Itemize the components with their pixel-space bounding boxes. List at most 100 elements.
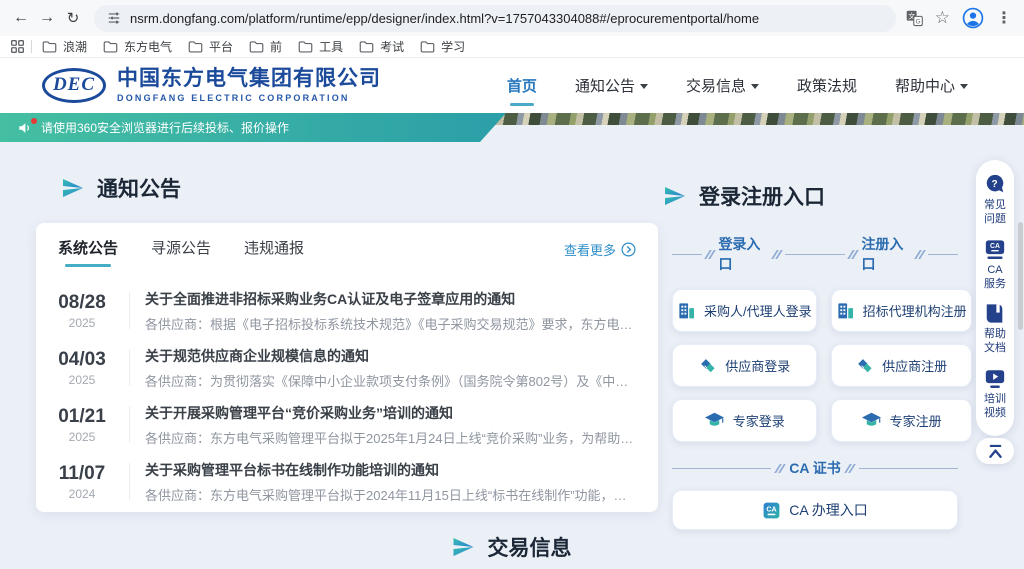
divider xyxy=(31,40,32,53)
folder-icon xyxy=(249,40,264,53)
section-title: 登录注册入口 xyxy=(699,181,825,211)
shortcut-label: 常见问题 xyxy=(984,198,1006,227)
divider xyxy=(672,254,702,255)
notice-text: 关于采购管理平台标书在线制作功能培训的通知 各供应商：东方电气采购管理平台拟于2… xyxy=(145,460,637,504)
notice-row[interactable]: 11/07 2024 关于采购管理平台标书在线制作功能培训的通知 各供应商：东方… xyxy=(36,453,658,510)
bookmark-label: 考试 xyxy=(380,38,404,55)
dec-logo-oval: DEC xyxy=(42,68,106,103)
ca-service-shortcut[interactable]: CA CA服务 xyxy=(984,239,1006,292)
ca-apply-button[interactable]: CA CA 办理入口 xyxy=(672,490,958,530)
section-title: 通知公告 xyxy=(97,173,181,203)
folder-icon xyxy=(188,40,203,53)
site-settings-icon[interactable] xyxy=(107,11,121,25)
building-icon xyxy=(677,301,696,320)
view-more-link[interactable]: 查看更多 xyxy=(564,240,636,265)
profile-avatar[interactable] xyxy=(962,7,984,29)
group-label: CA 证书 xyxy=(789,458,841,478)
bookmark-folder[interactable]: 浪潮 xyxy=(42,38,87,55)
svg-text:CA: CA xyxy=(990,243,1000,250)
notices-tabs: 系统公告 寻源公告 违规通报 查看更多 xyxy=(36,237,658,276)
slash-decoration xyxy=(707,250,713,259)
building-icon xyxy=(836,301,855,320)
folder-icon xyxy=(420,40,435,53)
bookmark-folder[interactable]: 前 xyxy=(249,38,282,55)
browser-menu-icon[interactable]: ⋮ xyxy=(996,8,1012,28)
bookmark-folder[interactable]: 东方电气 xyxy=(103,38,172,55)
faq-shortcut[interactable]: ? 常见问题 xyxy=(984,173,1006,227)
bookmarks-bar: 浪潮 东方电气 平台 前 工具 考试 学习 xyxy=(0,36,1024,58)
nav-home[interactable]: 首页 xyxy=(507,75,537,96)
notice-date: 01/21 2025 xyxy=(50,406,114,444)
back-icon[interactable]: ← xyxy=(8,5,34,31)
supplier-login-button[interactable]: 供应商登录 xyxy=(672,344,817,387)
bookmark-star-icon[interactable]: ☆ xyxy=(935,8,950,28)
notice-row[interactable]: 08/28 2025 关于全面推进非招标采购业务CA认证及电子签章应用的通知 各… xyxy=(36,282,658,339)
button-label: 专家注册 xyxy=(890,411,942,430)
site-header: DEC 中国东方电气集团有限公司 DONGFANG ELECTRIC CORPO… xyxy=(0,58,1024,113)
nav-trade-info[interactable]: 交易信息 xyxy=(686,75,759,96)
bookmark-folder[interactable]: 学习 xyxy=(420,38,465,55)
portal-buttons: 采购人/代理人登录 招标代理机构注册 供应商登录 供应商注册 专家登录 专家注册 xyxy=(672,289,958,442)
browser-notice-banner: 请使用360安全浏览器进行后续投标、报价操作 xyxy=(0,113,506,142)
notice-summary: 各供应商：根据《电子招标投标系统技术规范》《电子采购交易规范》要求，东方电气采购… xyxy=(145,314,637,333)
notice-text: 关于全面推进非招标采购业务CA认证及电子签章应用的通知 各供应商：根据《电子招标… xyxy=(145,289,637,333)
divider xyxy=(129,292,130,329)
expert-register-button[interactable]: 专家注册 xyxy=(831,399,972,442)
svg-text:CA: CA xyxy=(767,505,777,513)
expert-login-button[interactable]: 专家登录 xyxy=(672,399,817,442)
supplier-register-button[interactable]: 供应商注册 xyxy=(831,344,972,387)
folder-icon xyxy=(359,40,374,53)
notice-title: 关于全面推进非招标采购业务CA认证及电子签章应用的通知 xyxy=(145,289,637,309)
company-name-cn: 中国东方电气集团有限公司 xyxy=(117,68,381,90)
notice-title: 关于采购管理平台标书在线制作功能培训的通知 xyxy=(145,460,637,480)
divider xyxy=(785,254,815,255)
button-label: 专家登录 xyxy=(733,411,785,430)
nav-label: 交易信息 xyxy=(686,75,746,96)
nav-notices[interactable]: 通知公告 xyxy=(575,75,648,96)
folder-icon xyxy=(298,40,313,53)
section-arrow-icon xyxy=(664,187,686,205)
nav-label: 首页 xyxy=(507,75,537,96)
company-titles: 中国东方电气集团有限公司 DONGFANG ELECTRIC CORPORATI… xyxy=(117,68,381,103)
bookmark-folder[interactable]: 考试 xyxy=(359,38,404,55)
graduation-cap-icon xyxy=(704,411,725,430)
tab-sourcing-notices[interactable]: 寻源公告 xyxy=(151,237,211,267)
document-book-icon xyxy=(984,303,1006,324)
forward-icon[interactable]: → xyxy=(34,5,60,31)
login-group-header: 登录入口 xyxy=(672,234,815,274)
help-docs-shortcut[interactable]: 帮助文档 xyxy=(984,303,1006,356)
ca-group-header: CA 证书 xyxy=(672,458,958,478)
notice-date: 08/28 2025 xyxy=(50,292,114,330)
translate-icon[interactable]: 文G xyxy=(906,10,923,27)
date-md: 11/07 xyxy=(50,463,114,485)
bookmark-folder[interactable]: 工具 xyxy=(298,38,343,55)
notice-summary: 各供应商：为贯彻落实《保障中小企业款项支付条例》（国务院令第802号）及《中小企… xyxy=(145,371,637,390)
shortcut-label: 培训视频 xyxy=(984,392,1006,421)
collapse-to-top-button[interactable] xyxy=(976,438,1014,464)
purchaser-agent-login-button[interactable]: 采购人/代理人登录 xyxy=(672,289,817,332)
tab-violation-reports[interactable]: 违规通报 xyxy=(244,237,304,267)
bidding-agency-register-button[interactable]: 招标代理机构注册 xyxy=(831,289,972,332)
date-md: 08/28 xyxy=(50,292,114,314)
tab-system-notices[interactable]: 系统公告 xyxy=(58,237,118,267)
nav-label: 通知公告 xyxy=(575,75,635,96)
notices-section-header: 通知公告 xyxy=(62,173,181,203)
training-videos-shortcut[interactable]: 培训视频 xyxy=(984,368,1006,421)
company-logo[interactable]: DEC 中国东方电气集团有限公司 DONGFANG ELECTRIC CORPO… xyxy=(42,68,381,103)
nav-policies[interactable]: 政策法规 xyxy=(797,75,857,96)
apps-grid-icon[interactable] xyxy=(10,39,25,54)
button-label: 招标代理机构注册 xyxy=(863,301,967,320)
notice-row[interactable]: 01/21 2025 关于开展采购管理平台“竞价采购业务”培训的通知 各供应商：… xyxy=(36,396,658,453)
address-bar[interactable]: nsrm.dongfang.com/platform/runtime/epp/d… xyxy=(94,5,896,32)
button-label: 供应商注册 xyxy=(882,356,947,375)
bookmark-folder[interactable]: 平台 xyxy=(188,38,233,55)
date-md: 01/21 xyxy=(50,406,114,428)
reload-icon[interactable]: ↻ xyxy=(60,5,86,31)
bookmark-label: 浪潮 xyxy=(63,38,87,55)
nav-help-center[interactable]: 帮助中心 xyxy=(895,75,968,96)
notice-row[interactable]: 04/03 2025 关于规范供应商企业规模信息的通知 各供应商：为贯彻落实《保… xyxy=(36,339,658,396)
bookmark-label: 东方电气 xyxy=(124,38,172,55)
page-scrollbar[interactable] xyxy=(1018,222,1023,330)
notices-card: 系统公告 寻源公告 违规通报 查看更多 08/28 2025 关于全面推进非招标… xyxy=(36,223,658,512)
collapse-top-icon xyxy=(986,443,1005,459)
